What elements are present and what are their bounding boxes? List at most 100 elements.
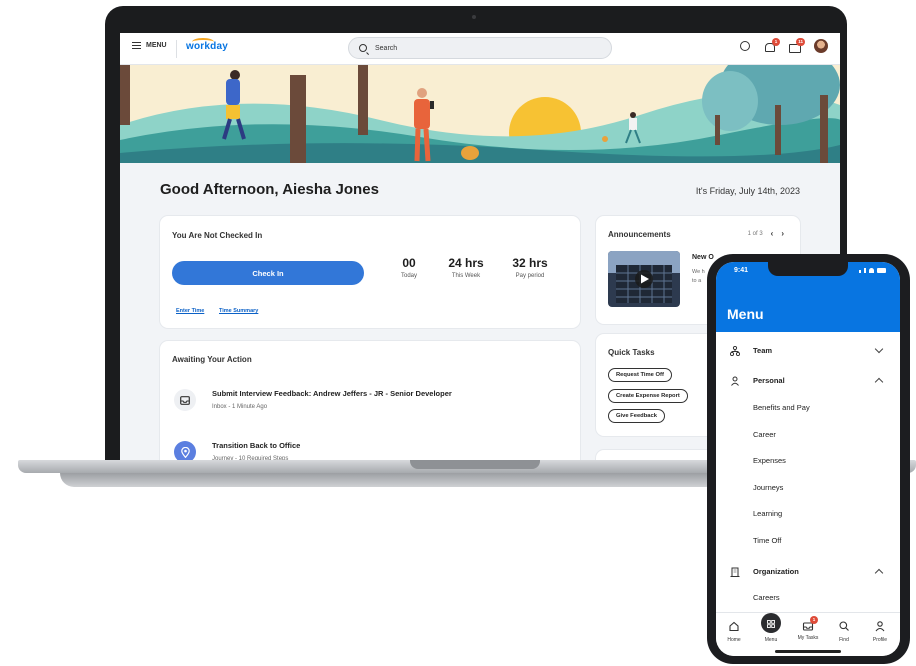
tab-my-tasks[interactable]: 1 My Tasks bbox=[790, 616, 826, 641]
stat-today: 00 Today bbox=[394, 256, 424, 279]
person-icon bbox=[731, 376, 739, 386]
wifi-icon bbox=[869, 268, 874, 273]
battery-icon bbox=[877, 268, 886, 273]
tab-label: Menu bbox=[764, 637, 778, 643]
laptop-base-underside bbox=[60, 473, 720, 487]
menu-section-personal[interactable]: Personal bbox=[716, 373, 900, 389]
building-icon bbox=[730, 567, 740, 577]
tab-label: Profile bbox=[872, 637, 888, 643]
tab-home[interactable]: Home bbox=[716, 620, 752, 643]
menu-item-label: Learning bbox=[753, 509, 783, 518]
menu-section-team[interactable]: Team bbox=[716, 343, 900, 359]
menu-item-label: Journeys bbox=[753, 483, 784, 492]
chat-icon[interactable] bbox=[740, 41, 750, 51]
give-feedback-button[interactable]: Give Feedback bbox=[608, 409, 665, 423]
menu-section-organization[interactable]: Organization bbox=[716, 564, 900, 580]
enter-time-link[interactable]: Enter Time bbox=[176, 308, 204, 314]
workday-logo[interactable]: workday bbox=[186, 41, 228, 52]
stat-value: 32 hrs bbox=[512, 256, 548, 270]
inbox-badge: 11 bbox=[796, 37, 805, 46]
hamburger-icon bbox=[132, 42, 141, 49]
banner-illustration bbox=[120, 65, 840, 163]
greeting: Good Afternoon, Aiesha Jones bbox=[160, 181, 379, 198]
announcement-video-thumbnail[interactable] bbox=[608, 251, 680, 307]
announcement-body: We h to a bbox=[692, 268, 705, 286]
announcement-headline: New O bbox=[692, 254, 714, 261]
grid-icon bbox=[767, 620, 775, 628]
chevron-left-icon[interactable]: ‹ bbox=[771, 229, 774, 238]
tab-label: Find bbox=[839, 637, 849, 643]
stat-pay-period: 32 hrs Pay period bbox=[508, 256, 552, 279]
laptop-opening-notch bbox=[410, 460, 540, 469]
menu-item-label: Career bbox=[753, 430, 776, 439]
chevron-up-icon bbox=[874, 377, 884, 387]
search-icon bbox=[839, 621, 849, 631]
menu-item-label: Benefits and Pay bbox=[753, 403, 810, 412]
status-icons bbox=[859, 268, 886, 273]
stat-value: 00 bbox=[402, 256, 416, 270]
menu-item[interactable]: Expenses bbox=[716, 453, 900, 469]
tab-label: My Tasks bbox=[797, 635, 819, 641]
signal-icon bbox=[859, 270, 861, 273]
tab-find[interactable]: Find bbox=[826, 620, 862, 643]
inbox-icon: 1 bbox=[802, 616, 818, 632]
tab-badge: 1 bbox=[810, 616, 818, 624]
create-expense-report-button[interactable]: Create Expense Report bbox=[608, 389, 688, 403]
chevron-right-icon[interactable]: › bbox=[781, 229, 784, 238]
task-subtitle: Inbox - 1 Minute Ago bbox=[212, 404, 268, 410]
checkin-title: You Are Not Checked In bbox=[172, 231, 263, 240]
check-in-button[interactable]: Check In bbox=[172, 261, 364, 285]
time-summary-link[interactable]: Time Summary bbox=[219, 308, 258, 314]
top-bar: MENU workday Search 1 11 bbox=[120, 33, 840, 65]
top-icons: 1 11 bbox=[740, 37, 828, 53]
menu-item[interactable]: Time Off bbox=[716, 533, 900, 549]
menu-item[interactable]: Career bbox=[716, 427, 900, 443]
menu-item-label: Careers bbox=[753, 593, 780, 602]
request-time-off-button[interactable]: Request Time Off bbox=[608, 368, 672, 382]
announcement-body-line: We h bbox=[692, 269, 705, 275]
menu-item[interactable]: Learning bbox=[716, 506, 900, 522]
menu-item[interactable]: Benefits and Pay bbox=[716, 400, 900, 416]
home-indicator bbox=[775, 650, 841, 653]
inbox-icon bbox=[174, 389, 196, 411]
pager-count: 1 of 3 bbox=[747, 230, 763, 237]
phone-screen: 9:41 Menu Team Personal Benefits and Pay… bbox=[716, 262, 900, 656]
tab-label: Home bbox=[727, 637, 741, 643]
menu-button[interactable]: MENU bbox=[132, 42, 167, 49]
bell-icon[interactable]: 1 bbox=[764, 37, 780, 52]
home-icon bbox=[729, 621, 739, 632]
current-date: It's Friday, July 14th, 2023 bbox=[695, 186, 800, 196]
inbox-icon[interactable]: 11 bbox=[789, 37, 805, 53]
menu-section-label: Team bbox=[753, 346, 773, 355]
awaiting-title: Awaiting Your Action bbox=[172, 355, 252, 364]
notification-badge: 1 bbox=[772, 37, 780, 46]
stat-label: This Week bbox=[451, 273, 481, 279]
status-time: 9:41 bbox=[734, 267, 749, 274]
search-input[interactable]: Search bbox=[348, 37, 612, 59]
stat-label: Today bbox=[400, 273, 417, 279]
menu-label: MENU bbox=[146, 42, 167, 49]
tab-profile[interactable]: Profile bbox=[862, 620, 898, 643]
signal-icon bbox=[864, 268, 866, 273]
task-title: Transition Back to Office bbox=[212, 441, 301, 450]
stat-label: Pay period bbox=[515, 273, 545, 279]
laptop-camera bbox=[472, 15, 476, 19]
person-icon bbox=[875, 621, 885, 632]
menu-section-label: Organization bbox=[753, 567, 799, 576]
menu-item[interactable]: Journeys bbox=[716, 480, 900, 496]
search-placeholder: Search bbox=[375, 44, 398, 52]
menu-section-label: Personal bbox=[753, 376, 785, 385]
tab-menu[interactable]: Menu bbox=[753, 618, 789, 643]
phone-header: 9:41 Menu bbox=[716, 262, 900, 332]
announcements-title: Announcements bbox=[608, 230, 671, 239]
awaiting-action-card: Awaiting Your Action Submit Interview Fe… bbox=[160, 341, 580, 463]
task-item[interactable]: Submit Interview Feedback: Andrew Jeffer… bbox=[174, 389, 564, 421]
phone-menu-title: Menu bbox=[727, 306, 764, 322]
stat-this-week: 24 hrs This Week bbox=[444, 256, 488, 279]
announcement-pager: 1 of 3 ‹ › bbox=[748, 229, 784, 238]
checkin-card: You Are Not Checked In Check In 00 Today… bbox=[160, 216, 580, 328]
menu-item-label: Time Off bbox=[753, 536, 782, 545]
task-title: Submit Interview Feedback: Andrew Jeffer… bbox=[212, 389, 452, 398]
avatar[interactable] bbox=[814, 39, 828, 53]
menu-item[interactable]: Careers bbox=[716, 590, 900, 606]
